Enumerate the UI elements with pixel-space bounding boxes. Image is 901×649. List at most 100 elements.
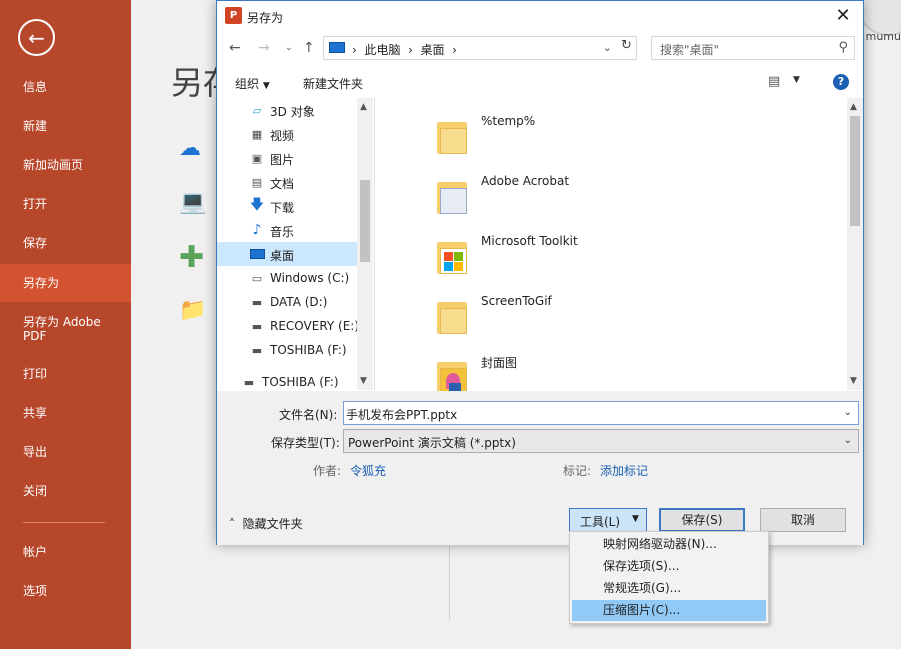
nav-print[interactable]: 打印 [0, 367, 131, 381]
view-options-icon[interactable]: ▤ [768, 74, 780, 89]
nav-close[interactable]: 关闭 [0, 484, 131, 498]
tree-item-downloads[interactable]: 🡇 下载 [217, 194, 357, 218]
add-tags-link[interactable]: 添加标记 [600, 462, 648, 479]
video-icon: ▦ [251, 127, 263, 141]
new-folder-button[interactable]: 新建文件夹 [303, 75, 363, 92]
nav-save-as-pdf[interactable]: 另存为 Adobe PDF [0, 315, 110, 343]
onedrive-icon[interactable]: ☁ [179, 136, 201, 161]
breadcrumb-item[interactable]: 桌面 [421, 43, 445, 57]
add-place-icon[interactable]: ✚ [179, 240, 204, 275]
nav-account[interactable]: 帐户 [0, 545, 131, 559]
breadcrumb-sep-icon: › [400, 43, 421, 57]
folder-icon [437, 116, 469, 156]
breadcrumb-item[interactable]: 此电脑 [364, 43, 400, 57]
filename-value: 手机发布会PPT.pptx [346, 408, 458, 422]
dropdown-arrow-icon[interactable]: ▼ [793, 75, 800, 85]
nav-info[interactable]: 信息 [0, 80, 131, 94]
tree-item-drive-d[interactable]: ▬ DATA (D:) [217, 290, 357, 314]
tree-item-drive-e[interactable]: ▬ RECOVERY (E:) [217, 314, 359, 338]
recent-locations-icon[interactable]: ⌄ [285, 43, 293, 53]
file-name: Microsoft Toolkit [481, 234, 578, 248]
tree-item-desktop[interactable]: 桌面 [217, 242, 357, 266]
hide-folders-toggle[interactable]: ˄ 隐藏文件夹 [229, 515, 303, 532]
forward-icon[interactable]: → [258, 40, 270, 56]
save-as-dialog: P 另存为 ✕ ← → ⌄ ↑ › 此电脑 › 桌面 › ⌄ ↻ 搜索"桌面" … [216, 0, 864, 545]
search-input[interactable]: 搜索"桌面" ⚲ [651, 36, 855, 60]
filename-field[interactable]: 手机发布会PPT.pptx ⌄ [343, 401, 859, 425]
nav-export[interactable]: 导出 [0, 445, 131, 459]
help-icon[interactable]: ? [833, 74, 849, 90]
nav-new[interactable]: 新建 [0, 119, 131, 133]
close-icon[interactable]: ✕ [831, 5, 855, 27]
tree-item-3d-objects[interactable]: ▱ 3D 对象 [217, 98, 357, 122]
chevron-down-icon[interactable]: ⌄ [844, 407, 852, 418]
navigation-bar: ← → ⌄ ↑ › 此电脑 › 桌面 › ⌄ ↻ 搜索"桌面" ⚲ [217, 32, 863, 64]
chevron-down-icon[interactable]: ⌄ [603, 41, 612, 54]
menu-item-save-options[interactable]: 保存选项(S)... [572, 556, 766, 577]
tools-menu: 映射网络驱动器(N)... 保存选项(S)... 常规选项(G)... 压缩图片… [569, 531, 769, 624]
filetype-select[interactable]: PowerPoint 演示文稿 (*.pptx) ⌄ [343, 429, 859, 453]
scroll-up-icon[interactable]: ▲ [360, 102, 367, 112]
nav-save[interactable]: 保存 [0, 236, 131, 250]
tree-item-drive-f[interactable]: ▬ TOSHIBA (F:) [217, 338, 357, 362]
nav-save-as[interactable]: 另存为 [0, 264, 131, 302]
scroll-down-icon[interactable]: ▼ [850, 376, 857, 386]
list-item[interactable]: Adobe Acrobat [437, 170, 767, 222]
user-name: mumu [865, 30, 901, 43]
up-icon[interactable]: ↑ [303, 40, 315, 56]
3d-objects-icon: ▱ [252, 103, 262, 117]
command-bar: 组织 ▼ 新建文件夹 ▤ ▼ ? [217, 66, 863, 98]
save-button[interactable]: 保存(S) [659, 508, 745, 532]
tools-button[interactable]: 工具(L) ▼ [569, 508, 647, 532]
dialog-title: 另存为 [247, 11, 284, 25]
back-arrow-icon[interactable]: ← [18, 19, 55, 56]
tree-label: 下载 [270, 201, 295, 215]
breadcrumb-sep-icon: › [352, 43, 365, 57]
image-folder-icon [437, 356, 469, 396]
author-label: 作者: [313, 464, 342, 478]
browse-folder-icon[interactable]: 📁 [179, 298, 206, 323]
tree-item-music[interactable]: ♪ 音乐 [217, 218, 357, 242]
scroll-down-icon[interactable]: ▼ [360, 376, 367, 386]
tree-item-drive-c[interactable]: ▭ Windows (C:) [217, 266, 357, 290]
filetype-value: PowerPoint 演示文稿 (*.pptx) [348, 436, 516, 450]
this-pc-icon [329, 42, 345, 53]
chevron-up-icon: ˄ [229, 517, 235, 531]
search-icon[interactable]: ⚲ [838, 40, 848, 55]
this-pc-icon[interactable]: 💻 [179, 190, 206, 215]
tree-item-videos[interactable]: ▦ 视频 [217, 122, 357, 146]
list-item[interactable]: ScreenToGif [437, 290, 767, 342]
menu-item-general-options[interactable]: 常规选项(G)... [572, 578, 766, 599]
scrollbar-thumb[interactable] [360, 180, 370, 262]
list-item[interactable]: %temp% [437, 110, 767, 162]
drive-icon: ▭ [251, 271, 263, 285]
list-item[interactable]: Microsoft Toolkit [437, 230, 767, 282]
author-value[interactable]: 令狐充 [350, 462, 386, 479]
download-icon: 🡇 [249, 197, 265, 213]
tree-label: Windows (C:) [270, 271, 350, 285]
file-name: 封面图 [481, 356, 518, 370]
refresh-icon[interactable]: ↻ [621, 38, 632, 53]
scrollbar-thumb[interactable] [850, 116, 860, 226]
chevron-down-icon[interactable]: ⌄ [844, 435, 852, 446]
menu-item-map-network-drive[interactable]: 映射网络驱动器(N)... [572, 534, 766, 555]
nav-new-animation-page[interactable]: 新加动画页 [0, 158, 131, 172]
file-scrollbar[interactable]: ▲ ▼ [847, 98, 863, 390]
nav-scrollbar[interactable]: ▲ ▼ [357, 98, 373, 390]
divider [449, 540, 450, 620]
address-bar[interactable]: › 此电脑 › 桌面 › ⌄ [323, 36, 637, 60]
nav-share[interactable]: 共享 [0, 406, 131, 420]
tree-label: 桌面 [270, 249, 295, 263]
dialog-titlebar[interactable]: P 另存为 ✕ [217, 1, 863, 32]
navigation-pane: ▱ 3D 对象 ▦ 视频 ▣ 图片 ▤ 文档 🡇 下载 ♪ 音乐 桌面 ▭ Wi… [217, 98, 374, 390]
organize-button[interactable]: 组织 ▼ [235, 75, 270, 92]
back-icon[interactable]: ← [229, 40, 241, 56]
tree-item-pictures[interactable]: ▣ 图片 [217, 146, 357, 170]
tree-item-documents[interactable]: ▤ 文档 [217, 170, 357, 194]
menu-item-compress-pictures[interactable]: 压缩图片(C)... [572, 600, 766, 621]
scroll-up-icon[interactable]: ▲ [850, 102, 857, 112]
nav-open[interactable]: 打开 [0, 197, 131, 211]
nav-options[interactable]: 选项 [0, 584, 131, 598]
tree-item-drive-f-root[interactable]: ▬ TOSHIBA (F:) [217, 370, 357, 390]
cancel-button[interactable]: 取消 [760, 508, 846, 532]
